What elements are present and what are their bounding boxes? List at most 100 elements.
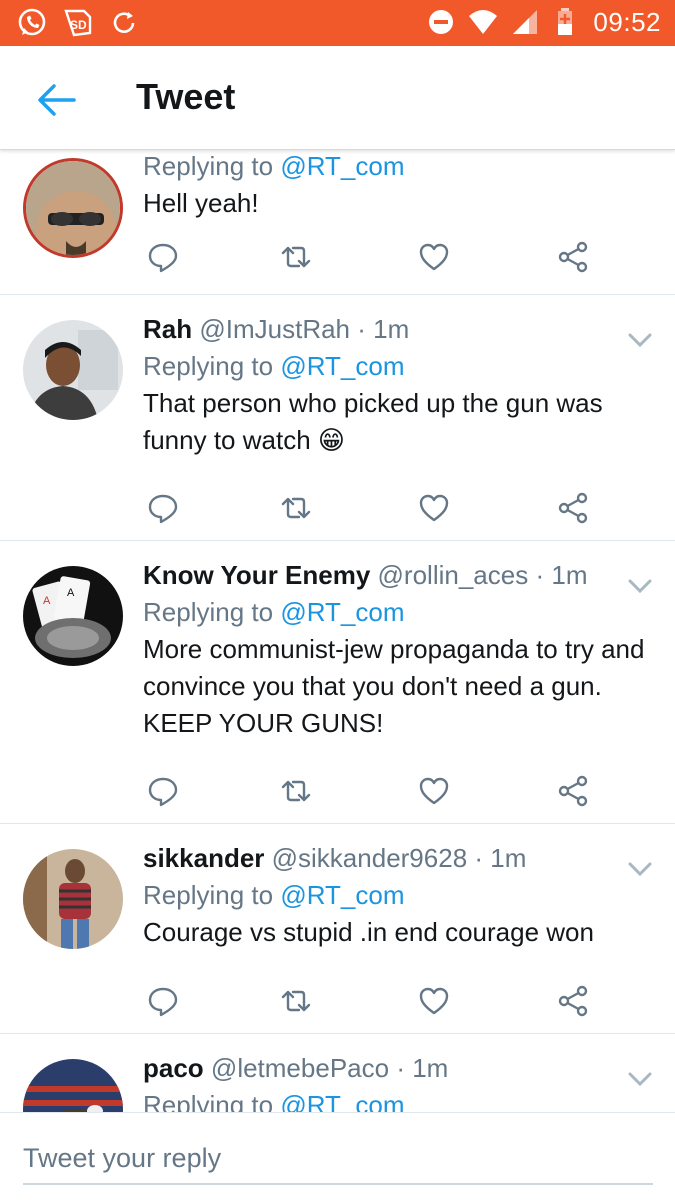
back-arrow-icon <box>38 84 76 116</box>
tweet-header: Rah @ImJustRah · 1m <box>143 311 655 347</box>
display-name[interactable]: paco <box>143 1053 204 1083</box>
tweet-header: Know Your Enemy @rollin_aces · 1m <box>143 557 655 593</box>
retweet-icon <box>281 990 311 1012</box>
timestamp: 1m <box>490 843 527 873</box>
avatar[interactable] <box>23 158 123 258</box>
battery-charging-icon <box>558 8 573 35</box>
retweet-button[interactable] <box>276 237 316 277</box>
user-handle[interactable]: @letmebePaco <box>211 1053 389 1083</box>
separator-dot: · <box>535 560 545 590</box>
avatar[interactable]: A A <box>23 566 123 666</box>
tweet-actions <box>143 237 613 277</box>
like-button[interactable] <box>414 488 454 528</box>
share-button[interactable] <box>553 771 593 811</box>
do-not-disturb-icon <box>429 10 454 34</box>
reply-icon <box>148 494 178 524</box>
display-name[interactable]: sikkander <box>143 843 264 873</box>
user-handle[interactable]: @rollin_aces <box>378 560 529 590</box>
reply-button[interactable] <box>143 488 183 528</box>
replies-timeline[interactable]: Replying to @RT_com Hell yeah! Rah @ImJu… <box>0 150 675 1112</box>
share-button[interactable] <box>553 237 593 277</box>
avatar[interactable] <box>23 1059 123 1112</box>
like-icon <box>419 987 449 1015</box>
replying-to: Replying to @RT_com <box>143 347 655 385</box>
app-bar: Tweet <box>0 46 675 150</box>
retweet-button[interactable] <box>276 981 316 1021</box>
reply-button[interactable] <box>143 771 183 811</box>
retweet-icon <box>281 497 311 519</box>
mention-link[interactable]: @RT_com <box>280 1090 404 1112</box>
chevron-down-icon[interactable] <box>627 1070 653 1088</box>
replying-to: Replying to @RT_com <box>143 1086 655 1112</box>
share-icon <box>558 241 588 273</box>
retweet-button[interactable] <box>276 771 316 811</box>
sd-card-icon: SD <box>64 9 92 37</box>
share-button[interactable] <box>553 488 593 528</box>
tweet-item[interactable]: A A Know Your Enemy @rollin_aces · 1m Re… <box>0 541 675 824</box>
display-name[interactable]: Know Your Enemy <box>143 560 370 590</box>
svg-text:A: A <box>67 587 75 599</box>
avatar[interactable] <box>23 849 123 949</box>
wifi-icon <box>469 10 498 34</box>
replying-to: Replying to @RT_com <box>143 876 655 914</box>
reply-icon <box>148 243 178 273</box>
mention-link[interactable]: @RT_com <box>280 351 404 381</box>
separator-dot: · <box>396 1053 405 1083</box>
tweet-header: sikkander @sikkander9628 · 1m <box>143 840 655 876</box>
replying-to: Replying to @RT_com <box>143 150 655 185</box>
tweet-text: That person who picked up the gun was fu… <box>143 388 603 455</box>
replying-prefix: Replying to <box>143 1090 281 1112</box>
chevron-down-icon[interactable] <box>627 331 653 349</box>
retweet-icon <box>281 246 311 268</box>
tweet-text: Courage vs stupid .in end courage won <box>143 917 594 947</box>
like-button[interactable] <box>414 771 454 811</box>
mention-link[interactable]: @RT_com <box>280 151 404 181</box>
chevron-down-icon[interactable] <box>627 860 653 878</box>
user-handle[interactable]: @sikkander9628 <box>272 843 468 873</box>
retweet-button[interactable] <box>276 488 316 528</box>
reply-button[interactable] <box>143 237 183 277</box>
share-icon <box>558 775 588 807</box>
page-title: Tweet <box>136 76 236 117</box>
retweet-icon <box>281 780 311 802</box>
tweet-item[interactable]: sikkander @sikkander9628 · 1m Replying t… <box>0 824 675 1034</box>
reply-button[interactable] <box>143 981 183 1021</box>
user-handle[interactable]: @ImJustRah <box>199 314 350 344</box>
replying-prefix: Replying to <box>143 351 281 381</box>
share-icon <box>558 492 588 524</box>
tweet-text: More communist-jew propaganda to try and… <box>143 634 645 738</box>
clock: 09:52 <box>593 6 661 37</box>
reply-icon <box>148 777 178 807</box>
share-button[interactable] <box>553 981 593 1021</box>
chevron-down-icon[interactable] <box>627 577 653 595</box>
tweet-actions <box>143 981 613 1021</box>
replying-prefix: Replying to <box>143 151 281 181</box>
status-bar: SD 09:52 <box>0 0 675 46</box>
svg-text:SD: SD <box>70 18 87 32</box>
display-name[interactable]: Rah <box>143 314 192 344</box>
tweet-text: Hell yeah! <box>143 188 259 218</box>
tweet-item[interactable]: paco @letmebePaco · 1m Replying to @RT_c… <box>0 1034 675 1112</box>
sync-icon <box>113 12 135 33</box>
replying-prefix: Replying to <box>143 597 281 627</box>
replying-prefix: Replying to <box>143 880 281 910</box>
tweet-item[interactable]: Replying to @RT_com Hell yeah! <box>0 150 675 295</box>
replying-to: Replying to @RT_com <box>143 593 655 631</box>
like-button[interactable] <box>414 237 454 277</box>
like-icon <box>419 243 449 271</box>
tweet-actions <box>143 488 613 528</box>
separator-dot: · <box>357 314 366 344</box>
avatar[interactable] <box>23 320 123 420</box>
tweet-item[interactable]: Rah @ImJustRah · 1m Replying to @RT_com … <box>0 295 675 541</box>
signal-icon <box>513 10 538 34</box>
mention-link[interactable]: @RT_com <box>280 597 404 627</box>
mention-link[interactable]: @RT_com <box>280 880 404 910</box>
reply-input[interactable] <box>23 1133 653 1185</box>
svg-text:A: A <box>43 595 51 607</box>
tweet-header: paco @letmebePaco · 1m <box>143 1050 655 1086</box>
back-button[interactable] <box>28 76 84 124</box>
whatsapp-icon <box>18 8 46 36</box>
tweet-actions <box>143 771 613 811</box>
separator-dot: · <box>474 843 484 873</box>
like-button[interactable] <box>414 981 454 1021</box>
